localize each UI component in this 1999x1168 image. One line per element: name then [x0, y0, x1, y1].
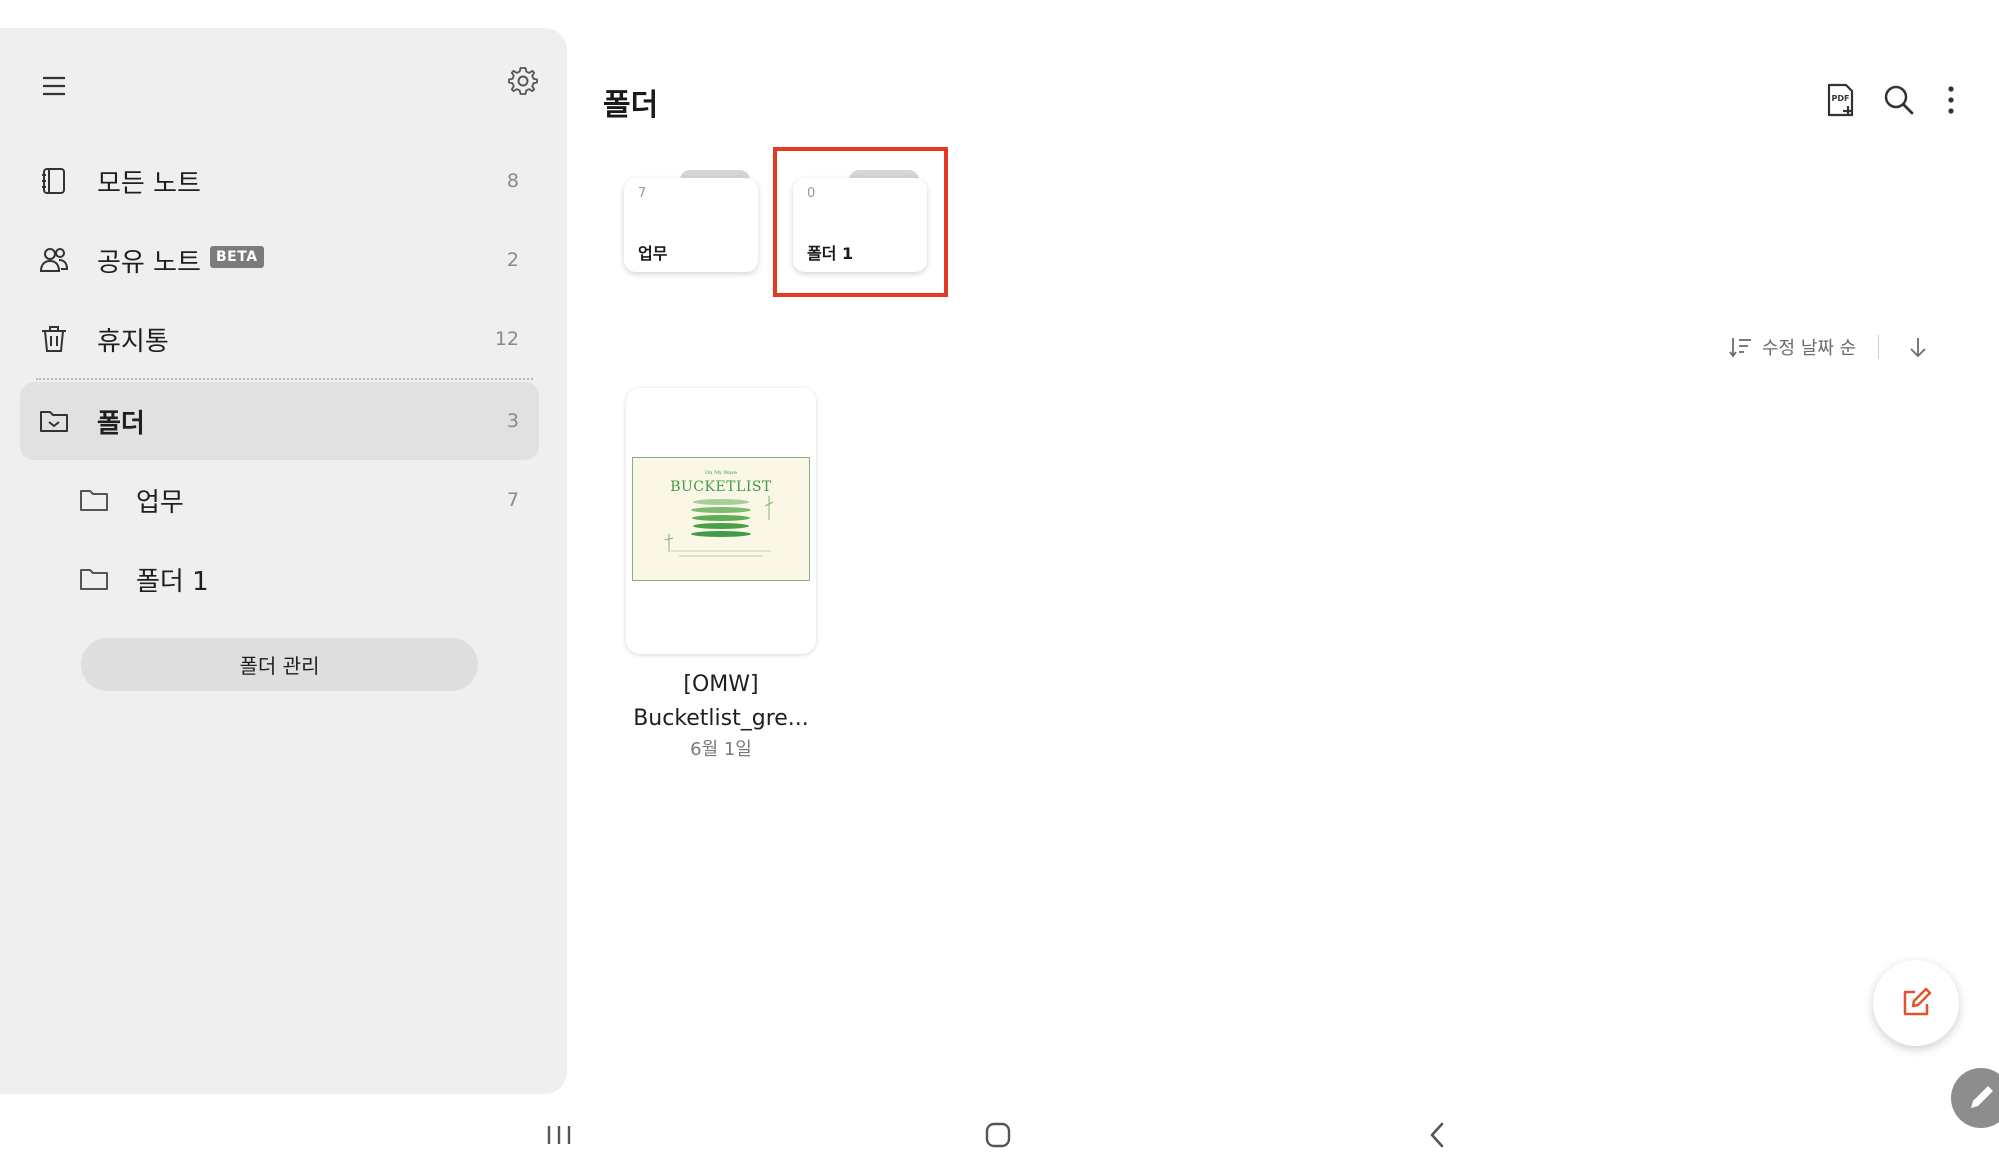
note-card[interactable]: On My Wave BUCKETLIST — [626, 388, 816, 654]
note-thumbnail: On My Wave BUCKETLIST — [632, 457, 810, 581]
note-date: 6월 1일 — [690, 739, 752, 760]
highlight-box — [773, 147, 948, 297]
sidebar-item-count: 8 — [506, 170, 519, 192]
folder-check-icon — [40, 411, 68, 432]
beta-badge: BETA — [210, 246, 264, 268]
sort-bar: 수정 날짜 순 — [1728, 332, 1931, 362]
sort-icon — [1729, 338, 1751, 358]
sidebar-item-all-notes[interactable]: 모든 노트 8 — [20, 142, 539, 220]
divider — [1878, 335, 1880, 359]
more-icon[interactable] — [1931, 80, 1971, 120]
sidebar-item-label: 휴지통 — [97, 326, 169, 357]
folder-count: 7 — [638, 186, 647, 201]
sidebar-item-shared-notes[interactable]: 공유 노트 BETA 2 — [20, 221, 539, 299]
folder-icon — [80, 490, 108, 511]
sidebar-item-count: 3 — [506, 410, 519, 432]
sidebar: 모든 노트 8 공유 노트 BETA 2 휴지통 12 폴더 3 업무 7 폴더… — [0, 28, 567, 1094]
sidebar-item-count: 7 — [506, 489, 519, 511]
menu-icon[interactable] — [38, 70, 70, 102]
recent-apps-icon[interactable] — [537, 1118, 581, 1152]
sidebar-item-label: 업무 — [136, 487, 184, 518]
thumb-small-text: On My Wave — [705, 470, 737, 476]
sidebar-item-count: 12 — [494, 328, 519, 350]
sidebar-item-count: 2 — [506, 249, 519, 271]
note-title: [OMW] Bucketlist_gre... — [600, 668, 842, 736]
folder-body: 7 업무 — [624, 178, 758, 272]
notebook-icon — [42, 168, 65, 194]
page-title: 폴더 — [603, 88, 659, 123]
gear-icon[interactable] — [505, 63, 541, 99]
sidebar-item-folders[interactable]: 폴더 3 — [20, 382, 539, 460]
sidebar-item-label: 공유 노트 — [97, 247, 201, 278]
arrow-down-icon[interactable] — [1905, 334, 1931, 360]
thumb-title: BUCKETLIST — [670, 479, 772, 495]
compose-icon — [1903, 987, 1932, 1016]
divider — [36, 378, 533, 380]
folder-name: 업무 — [638, 244, 668, 263]
search-icon[interactable] — [1879, 80, 1919, 120]
folder-card-work[interactable]: 7 업무 — [624, 170, 758, 272]
note-title-line2: Bucketlist_gre... — [633, 706, 809, 731]
note-title-line1: [OMW] — [683, 672, 759, 697]
back-icon[interactable] — [1416, 1118, 1460, 1152]
sort-label: 수정 날짜 순 — [1762, 338, 1857, 359]
trash-icon — [42, 326, 66, 352]
pen-button[interactable] — [1951, 1068, 1999, 1128]
manage-folders-button[interactable]: 폴더 관리 — [81, 638, 478, 691]
bucketlist-thumbnail-graphic: On My Wave BUCKETLIST — [664, 470, 774, 557]
pen-icon — [1971, 1086, 1993, 1108]
sort-button[interactable]: 수정 날짜 순 — [1728, 334, 1856, 360]
sidebar-item-label: 폴더 — [97, 408, 145, 439]
folder-icon — [80, 569, 108, 590]
sidebar-item-label: 모든 노트 — [97, 168, 201, 199]
home-icon[interactable] — [976, 1118, 1020, 1152]
pdf-add-icon[interactable]: PDF — [1820, 80, 1860, 120]
sidebar-item-label: 폴더 1 — [136, 566, 209, 597]
sidebar-item-folder-work[interactable]: 업무 7 — [20, 461, 539, 539]
svg-text:PDF: PDF — [1832, 94, 1850, 103]
sidebar-item-trash[interactable]: 휴지통 12 — [20, 300, 539, 378]
new-note-button[interactable] — [1873, 960, 1959, 1046]
people-icon — [39, 248, 69, 272]
sidebar-item-folder-1[interactable]: 폴더 1 — [20, 540, 539, 618]
